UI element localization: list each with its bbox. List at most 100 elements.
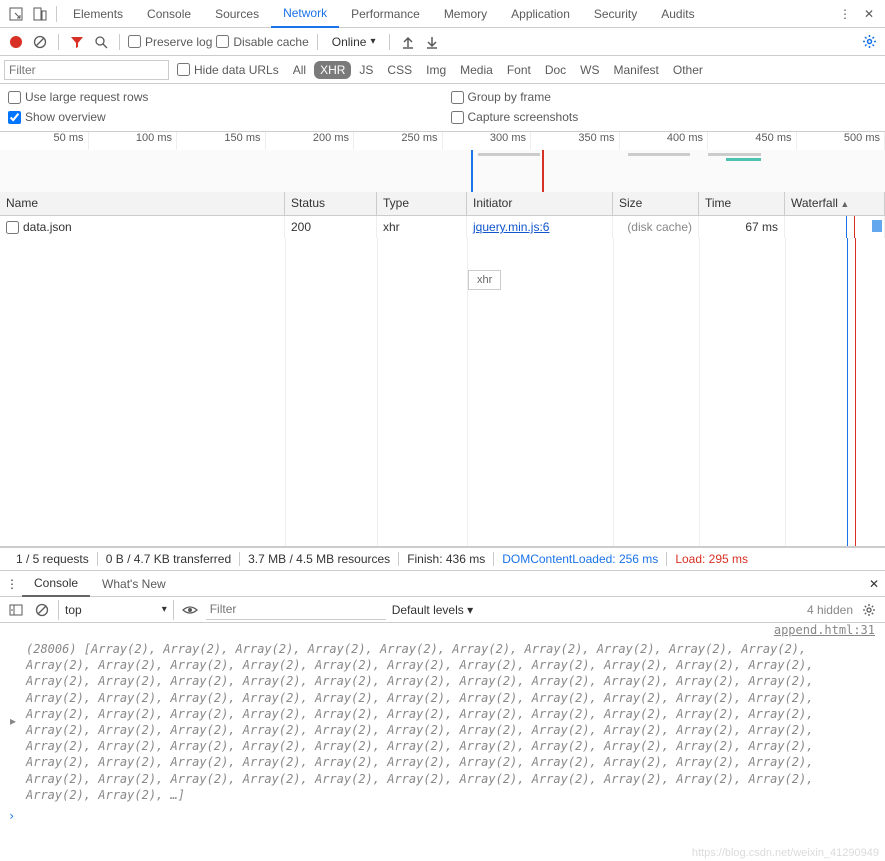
watermark: https://blog.csdn.net/weixin_41290949 (692, 847, 879, 859)
table-row[interactable]: data.json 200 xhr jquery.min.js:6 (disk … (0, 216, 885, 238)
console-message[interactable]: ▶ (28006) [Array(2), Array(2), Array(2),… (0, 637, 885, 807)
group-by-frame-checkbox[interactable]: Group by frame (451, 90, 878, 104)
tab-console[interactable]: Console (135, 0, 203, 28)
live-expression-icon[interactable] (180, 600, 200, 620)
hidden-count[interactable]: 4 hidden (807, 603, 853, 617)
request-status: 200 (285, 216, 377, 238)
summary-dom: DOMContentLoaded: 256 ms (494, 552, 667, 566)
col-initiator[interactable]: Initiator (467, 192, 613, 215)
tab-audits[interactable]: Audits (649, 0, 706, 28)
show-overview-checkbox[interactable]: Show overview (8, 110, 435, 124)
clear-icon[interactable] (30, 32, 50, 52)
request-size: (disk cache) (613, 216, 699, 238)
col-status[interactable]: Status (285, 192, 377, 215)
timeline-tick: 350 ms (531, 132, 620, 150)
requests-table: Name Status Type Initiator Size Time Wat… (0, 192, 885, 547)
request-name: data.json (23, 220, 72, 234)
main-tabs: ElementsConsoleSourcesNetworkPerformance… (0, 0, 885, 28)
device-icon[interactable] (28, 2, 52, 26)
timeline-tick: 450 ms (708, 132, 797, 150)
tab-security[interactable]: Security (582, 0, 649, 28)
drawer-more-icon[interactable]: ⋮ (6, 577, 18, 591)
console-prompt[interactable]: › (0, 807, 885, 825)
tab-elements[interactable]: Elements (61, 0, 135, 28)
drawer-tab-what-s-new[interactable]: What's New (90, 571, 178, 597)
tooltip: xhr (468, 270, 501, 290)
throttling-select[interactable]: Online▾ (326, 35, 382, 49)
col-size[interactable]: Size (613, 192, 699, 215)
summary-transferred: 0 B / 4.7 KB transferred (98, 552, 240, 566)
filter-type-css[interactable]: CSS (381, 61, 418, 79)
console-settings-icon[interactable] (859, 600, 879, 620)
timeline-tick: 300 ms (443, 132, 532, 150)
expand-icon[interactable]: ▶ (10, 715, 16, 729)
download-icon[interactable] (422, 32, 442, 52)
load-line (542, 150, 544, 192)
timeline-tick: 100 ms (89, 132, 178, 150)
summary-requests: 1 / 5 requests (8, 552, 98, 566)
col-name[interactable]: Name (0, 192, 285, 215)
filter-type-manifest[interactable]: Manifest (608, 61, 665, 79)
drawer-close-icon[interactable]: ✕ (869, 577, 879, 591)
upload-icon[interactable] (398, 32, 418, 52)
filter-type-all[interactable]: All (287, 61, 312, 79)
tab-network[interactable]: Network (271, 0, 339, 28)
capture-screenshots-checkbox[interactable]: Capture screenshots (451, 110, 878, 124)
large-rows-checkbox[interactable]: Use large request rows (8, 90, 435, 104)
console-toolbar: top▾ Default levels ▾ 4 hidden (0, 597, 885, 623)
col-waterfall[interactable]: Waterfall (785, 192, 885, 215)
filter-row: Hide data URLs AllXHRJSCSSImgMediaFontDo… (0, 56, 885, 84)
search-icon[interactable] (91, 32, 111, 52)
timeline-tick: 250 ms (354, 132, 443, 150)
filter-type-media[interactable]: Media (454, 61, 499, 79)
summary-finish: Finish: 436 ms (399, 552, 494, 566)
type-filters: AllXHRJSCSSImgMediaFontDocWSManifestOthe… (287, 61, 709, 79)
timeline-overview[interactable]: 50 ms100 ms150 ms200 ms250 ms300 ms350 m… (0, 132, 885, 192)
console-filter-input[interactable] (206, 600, 386, 620)
more-icon[interactable]: ⋮ (833, 2, 857, 26)
row-checkbox[interactable] (6, 221, 19, 234)
console-sidebar-icon[interactable] (6, 600, 26, 620)
col-time[interactable]: Time (699, 192, 785, 215)
request-type: xhr (377, 216, 467, 238)
tab-application[interactable]: Application (499, 0, 582, 28)
inspect-icon[interactable] (4, 2, 28, 26)
filter-type-doc[interactable]: Doc (539, 61, 572, 79)
record-icon[interactable] (6, 32, 26, 52)
timeline-tick: 150 ms (177, 132, 266, 150)
summary-load: Load: 295 ms (667, 552, 756, 566)
timeline-tick: 50 ms (0, 132, 89, 150)
tab-performance[interactable]: Performance (339, 0, 432, 28)
settings-icon[interactable] (859, 32, 879, 52)
summary-resources: 3.7 MB / 4.5 MB resources (240, 552, 399, 566)
network-toolbar: Preserve log Disable cache Online▾ (0, 28, 885, 56)
disable-cache-checkbox[interactable]: Disable cache (216, 35, 308, 49)
timeline-tick: 500 ms (797, 132, 885, 150)
request-waterfall (785, 216, 885, 238)
filter-icon[interactable] (67, 32, 87, 52)
filter-type-img[interactable]: Img (420, 61, 452, 79)
request-time: 67 ms (699, 216, 785, 238)
context-select[interactable]: top▾ (58, 600, 174, 620)
filter-input[interactable] (4, 60, 169, 80)
filter-type-font[interactable]: Font (501, 61, 537, 79)
drawer-tabs: ⋮ ConsoleWhat's New ✕ (0, 571, 885, 597)
summary-bar: 1 / 5 requests 0 B / 4.7 KB transferred … (0, 547, 885, 571)
filter-type-ws[interactable]: WS (574, 61, 605, 79)
request-initiator[interactable]: jquery.min.js:6 (467, 216, 613, 238)
close-icon[interactable]: ✕ (857, 2, 881, 26)
domcontentloaded-line (471, 150, 473, 192)
tab-memory[interactable]: Memory (432, 0, 499, 28)
log-levels-select[interactable]: Default levels ▾ (392, 603, 473, 617)
col-type[interactable]: Type (377, 192, 467, 215)
preserve-log-checkbox[interactable]: Preserve log (128, 35, 212, 49)
filter-type-js[interactable]: JS (353, 61, 379, 79)
filter-type-other[interactable]: Other (667, 61, 709, 79)
console-source-link[interactable]: append.html:31 (0, 623, 885, 637)
filter-type-xhr[interactable]: XHR (314, 61, 351, 79)
tab-sources[interactable]: Sources (203, 0, 271, 28)
console-clear-icon[interactable] (32, 600, 52, 620)
options-row: Use large request rows Show overview Gro… (0, 84, 885, 132)
drawer-tab-console[interactable]: Console (22, 571, 90, 597)
hide-data-urls-checkbox[interactable]: Hide data URLs (177, 63, 279, 77)
